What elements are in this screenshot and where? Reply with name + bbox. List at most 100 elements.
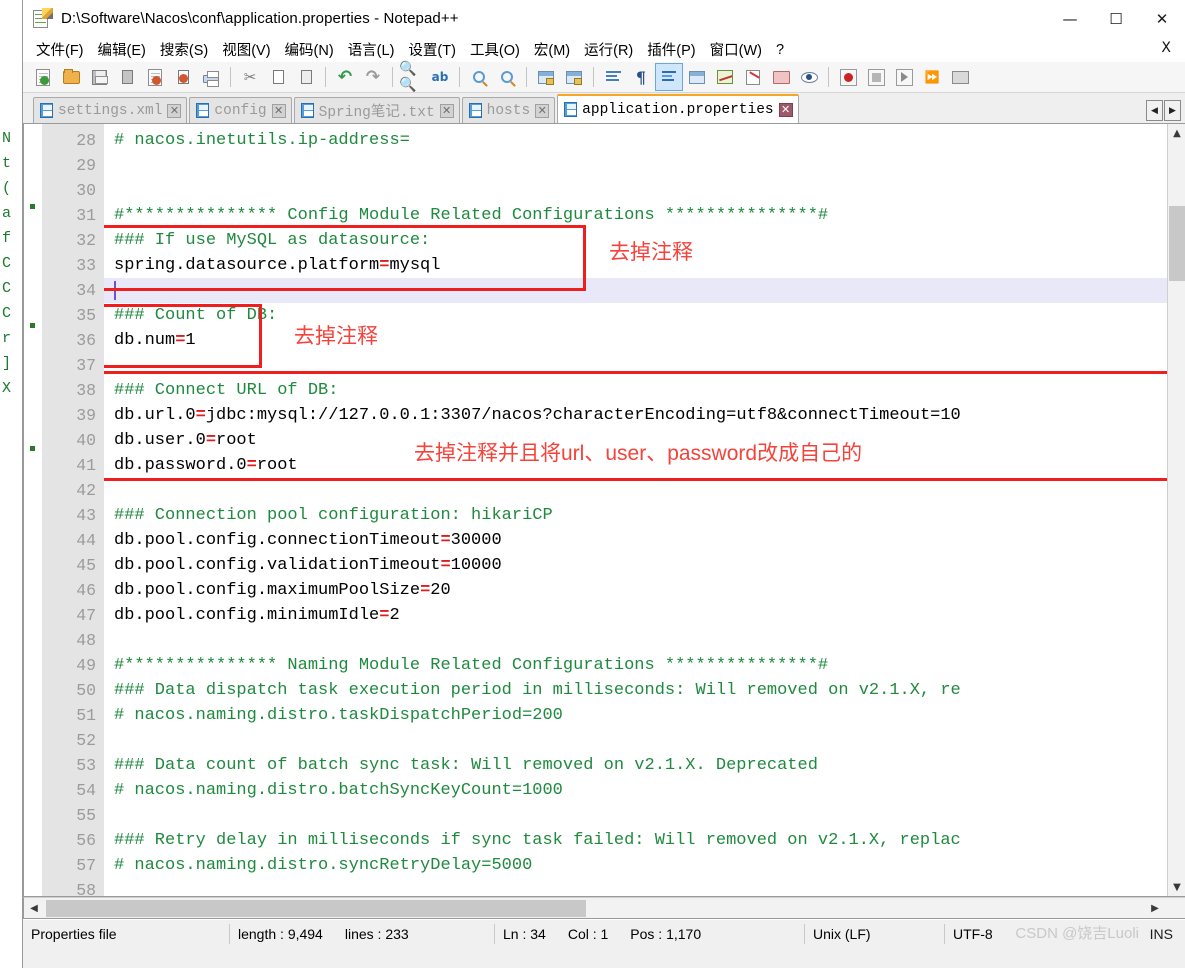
menu-item-3[interactable]: 视图(V) (215, 37, 277, 62)
word-wrap-icon[interactable] (600, 64, 626, 90)
cut-icon[interactable]: ✂ (237, 64, 263, 90)
vertical-scrollbar[interactable]: ▲ ▼ (1167, 124, 1185, 896)
copy-icon[interactable] (265, 64, 291, 90)
code-line[interactable]: # nacos.inetutils.ip-address= (104, 128, 1185, 153)
code-line[interactable] (104, 353, 1185, 378)
scroll-right-button[interactable]: ▶ (1145, 898, 1165, 918)
code-line[interactable]: #*************** Config Module Related C… (104, 203, 1185, 228)
code-line[interactable]: #*************** Naming Module Related C… (104, 653, 1185, 678)
replace-icon[interactable]: ab (427, 64, 453, 90)
scroll-left-button[interactable]: ◀ (24, 898, 44, 918)
code-line[interactable] (104, 878, 1185, 896)
find-icon[interactable]: 🔍🔍 (399, 61, 425, 93)
vertical-scroll-thumb[interactable] (1169, 206, 1185, 281)
horizontal-scroll-thumb[interactable] (46, 900, 586, 917)
user-defined-language-icon[interactable] (684, 64, 710, 90)
menu-item-7[interactable]: 工具(O) (463, 37, 527, 62)
code-line[interactable]: db.pool.config.connectionTimeout=30000 (104, 528, 1185, 553)
code-line[interactable] (104, 728, 1185, 753)
open-file-icon[interactable] (58, 64, 84, 90)
status-length-lines[interactable]: length : 9,494 lines : 233 (230, 920, 495, 948)
zoom-out-icon[interactable] (494, 64, 520, 90)
scroll-up-button[interactable]: ▲ (1168, 124, 1185, 142)
code-line[interactable] (104, 478, 1185, 503)
menu-item-4[interactable]: 编码(N) (278, 37, 341, 62)
code-line[interactable]: ### Retry delay in milliseconds if sync … (104, 828, 1185, 853)
code-line[interactable]: db.num=1 (104, 328, 1185, 353)
menu-item-12[interactable]: ? (769, 40, 791, 60)
monitoring-icon[interactable] (796, 64, 822, 90)
document-tab-3[interactable]: hosts ✕ (461, 97, 556, 123)
code-line[interactable]: ### Count of DB: (104, 303, 1185, 328)
document-map-icon[interactable] (712, 64, 738, 90)
code-line[interactable]: # nacos.naming.distro.syncRetryDelay=500… (104, 853, 1185, 878)
status-insert-mode[interactable]: INS (1150, 926, 1173, 942)
record-macro-icon[interactable] (835, 64, 861, 90)
run-macro-multiple-icon[interactable]: ⏩ (919, 64, 945, 90)
status-document-type[interactable]: Properties file (23, 920, 230, 948)
function-list-icon[interactable] (740, 64, 766, 90)
close-file-icon[interactable] (142, 64, 168, 90)
minimize-button[interactable]: — (1047, 0, 1093, 37)
fold-margin[interactable] (24, 124, 42, 896)
close-all-files-icon[interactable] (170, 64, 196, 90)
menu-item-8[interactable]: 宏(M) (527, 37, 577, 62)
undo-icon[interactable]: ↶ (332, 64, 358, 90)
tab-close-icon[interactable]: ✕ (167, 103, 182, 118)
code-line[interactable]: ### Data dispatch task execution period … (104, 678, 1185, 703)
maximize-button[interactable]: ☐ (1093, 0, 1139, 37)
save-macro-icon[interactable] (947, 64, 973, 90)
sync-vertical-scroll-icon[interactable] (533, 64, 559, 90)
code-line[interactable]: ### Data count of batch sync task: Will … (104, 753, 1185, 778)
menu-item-5[interactable]: 语言(L) (341, 37, 402, 62)
tab-close-icon[interactable]: ✕ (271, 103, 286, 118)
play-macro-icon[interactable] (891, 64, 917, 90)
save-all-icon[interactable] (114, 64, 140, 90)
close-document-button[interactable]: X (1161, 40, 1171, 56)
code-line[interactable]: # nacos.naming.distro.batchSyncKeyCount=… (104, 778, 1185, 803)
code-line[interactable]: ### Connection pool configuration: hikar… (104, 503, 1185, 528)
code-line[interactable]: db.pool.config.maximumPoolSize=20 (104, 578, 1185, 603)
code-line[interactable] (104, 178, 1185, 203)
status-caret-position[interactable]: Ln : 34 Col : 1 Pos : 1,170 (495, 920, 805, 948)
menu-item-6[interactable]: 设置(T) (401, 37, 463, 62)
code-line[interactable]: db.pool.config.validationTimeout=10000 (104, 553, 1185, 578)
tab-close-icon[interactable]: ✕ (778, 102, 793, 117)
code-line[interactable] (104, 628, 1185, 653)
code-line[interactable]: db.url.0=jdbc:mysql://127.0.0.1:3307/nac… (104, 403, 1185, 428)
code-line[interactable]: db.pool.config.minimumIdle=2 (104, 603, 1185, 628)
menu-item-0[interactable]: 文件(F) (29, 37, 91, 62)
zoom-in-icon[interactable] (466, 64, 492, 90)
status-eol-format[interactable]: Unix (LF) (805, 920, 945, 948)
code-line[interactable]: # nacos.naming.distro.taskDispatchPeriod… (104, 703, 1185, 728)
paste-icon[interactable] (293, 64, 319, 90)
code-line[interactable]: ### Connect URL of DB: (104, 378, 1185, 403)
print-icon[interactable] (198, 64, 224, 90)
scroll-down-button[interactable]: ▼ (1168, 878, 1185, 896)
tab-scroll-prev-button[interactable]: ◀ (1146, 100, 1163, 121)
close-button[interactable]: ✕ (1139, 0, 1185, 37)
redo-icon[interactable]: ↷ (360, 64, 386, 90)
menu-item-11[interactable]: 窗口(W) (703, 37, 769, 62)
menu-item-10[interactable]: 插件(P) (640, 37, 702, 62)
folder-as-workspace-icon[interactable] (768, 64, 794, 90)
save-icon[interactable] (86, 64, 112, 90)
document-tab-2[interactable]: Spring笔记.txt ✕ (293, 97, 460, 123)
tab-close-icon[interactable]: ✕ (535, 103, 550, 118)
new-file-icon[interactable] (30, 64, 56, 90)
menu-item-2[interactable]: 搜索(S) (153, 37, 215, 62)
stop-recording-icon[interactable] (863, 64, 889, 90)
indent-guide-icon[interactable] (655, 63, 683, 91)
show-all-characters-icon[interactable]: ¶ (628, 64, 654, 90)
menu-item-1[interactable]: 编辑(E) (91, 37, 153, 62)
sync-horizontal-scroll-icon[interactable] (561, 64, 587, 90)
document-tab-1[interactable]: config ✕ (189, 97, 292, 123)
code-line[interactable] (104, 278, 1185, 303)
tab-scroll-next-button[interactable]: ▶ (1164, 100, 1181, 121)
code-line[interactable] (104, 803, 1185, 828)
tab-close-icon[interactable]: ✕ (439, 103, 454, 118)
code-text-area[interactable]: # nacos.inetutils.ip-address= #**********… (104, 124, 1185, 896)
document-tab-4[interactable]: application.properties ✕ (557, 94, 799, 123)
code-line[interactable] (104, 153, 1185, 178)
document-tab-0[interactable]: settings.xml ✕ (33, 97, 188, 123)
